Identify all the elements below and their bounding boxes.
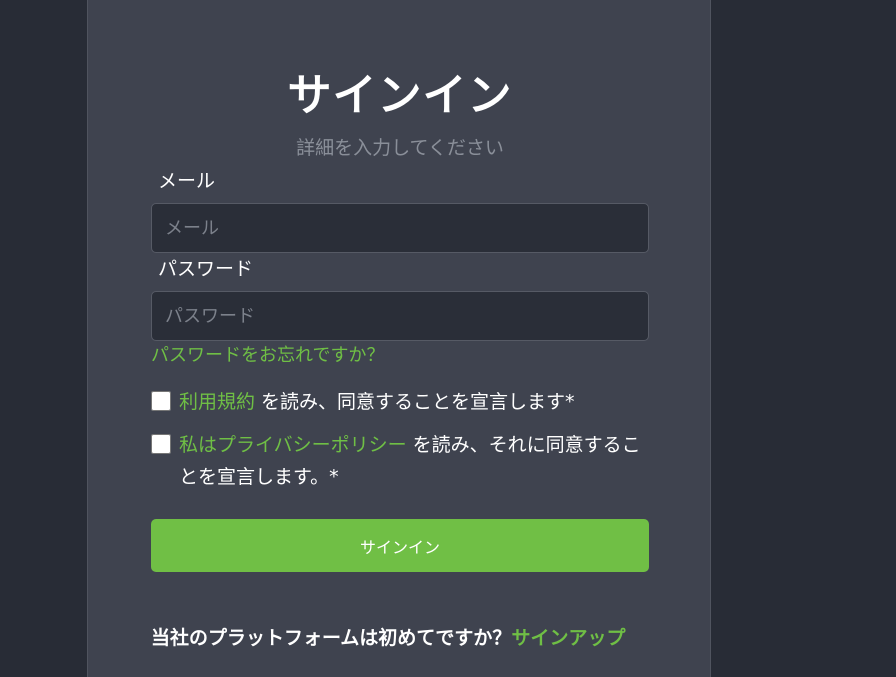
- signup-prompt: 当社のプラットフォームは初めてですか？サインアップ: [151, 622, 641, 654]
- email-label: メール: [158, 170, 216, 192]
- signup-link[interactable]: サインアップ: [511, 627, 625, 649]
- password-field[interactable]: [151, 291, 649, 341]
- page-title: サインイン: [287, 70, 513, 121]
- terms-statement: を読み、同意することを宣言します*: [255, 391, 575, 413]
- terms-row: 利用規約 を読み、同意することを宣言します*: [151, 386, 651, 418]
- page-subtitle: 詳細を入力してください: [296, 137, 504, 159]
- signup-prompt-text: 当社のプラットフォームは初めてですか？: [151, 627, 512, 649]
- signin-card: サインイン 詳細を入力してください メール パスワード パスワードをお忘れですか…: [87, 0, 711, 677]
- privacy-link[interactable]: 私はプライバシーポリシー: [179, 434, 407, 456]
- terms-checkbox[interactable]: [151, 391, 171, 411]
- forgot-password-link[interactable]: パスワードをお忘れですか？: [151, 343, 384, 369]
- signin-button[interactable]: サインイン: [151, 519, 649, 572]
- email-field[interactable]: [151, 203, 649, 253]
- terms-text: 利用規約 を読み、同意することを宣言します*: [151, 386, 651, 418]
- privacy-checkbox[interactable]: [151, 434, 171, 454]
- password-label: パスワード: [158, 258, 254, 280]
- terms-link[interactable]: 利用規約: [179, 391, 255, 413]
- privacy-text: 私はプライバシーポリシー を読み、それに同意することを宣言します。*: [151, 429, 651, 493]
- privacy-row: 私はプライバシーポリシー を読み、それに同意することを宣言します。*: [151, 429, 651, 493]
